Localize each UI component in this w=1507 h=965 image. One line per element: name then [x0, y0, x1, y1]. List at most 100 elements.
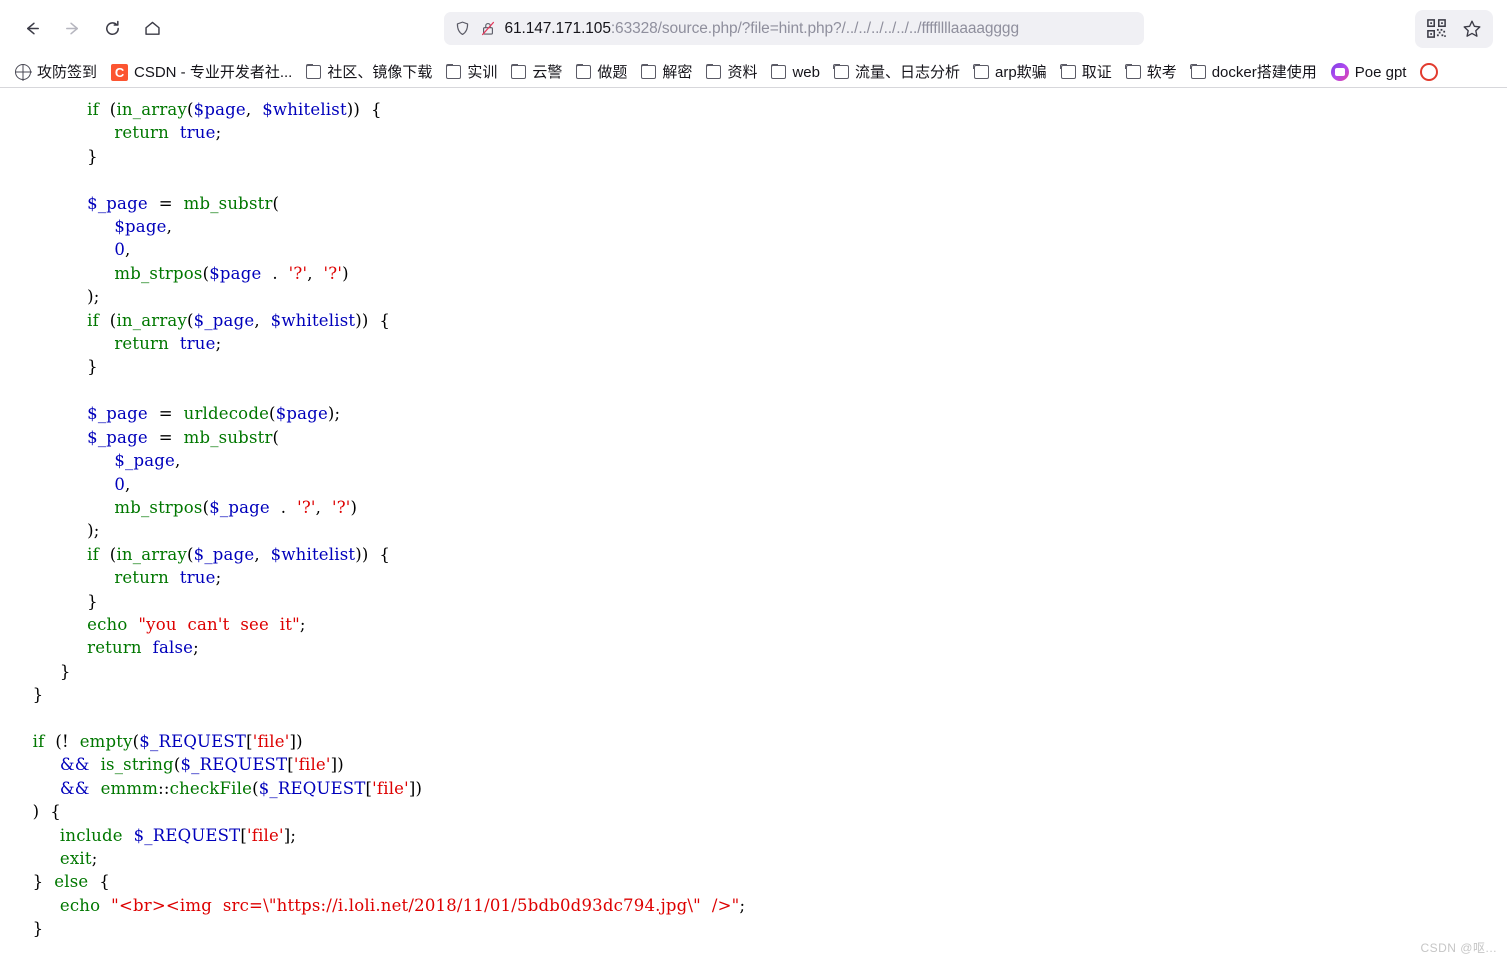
bookmark-item-9[interactable]: 流量、日志分析 — [827, 62, 967, 83]
bookmark-item-7[interactable]: 资料 — [699, 62, 764, 83]
lock-broken-icon[interactable] — [480, 20, 496, 37]
clipped-icon — [1420, 63, 1439, 81]
code-token: $whitelist — [262, 100, 347, 119]
code-token: )) { — [355, 310, 391, 330]
bookmark-label: 取证 — [1081, 63, 1112, 81]
code-line: mb_strpos($page . '?', '?') — [0, 264, 349, 283]
code-token: $whitelist — [270, 544, 356, 564]
folder-icon — [1125, 64, 1141, 79]
code-token: , — [175, 451, 181, 471]
bookmark-item-5[interactable]: 做题 — [569, 62, 634, 83]
code-token: , — [254, 310, 271, 330]
globe-icon — [15, 64, 31, 80]
bookmark-item-1[interactable]: C CSDN - 专业开发者社... — [104, 61, 299, 84]
code-token: } — [59, 661, 71, 681]
folder-icon — [1060, 64, 1076, 79]
code-line: $_page = mb_substr( — [0, 194, 279, 213]
code-token: ) { — [32, 802, 61, 822]
code-token: = — [147, 404, 184, 424]
forward-arrow-icon — [65, 22, 78, 35]
code-token: [ — [287, 755, 294, 775]
bookmark-item-2[interactable]: 社区、镜像下载 — [299, 62, 439, 83]
code-token: true — [179, 568, 216, 588]
code-token: = — [147, 427, 184, 447]
code-line: } else { — [0, 872, 110, 891]
bookmark-item-14[interactable]: Poe gpt — [1324, 60, 1414, 84]
forward-button[interactable] — [52, 9, 92, 49]
reload-button[interactable] — [92, 9, 132, 49]
bookmark-item-12[interactable]: 软考 — [1119, 62, 1184, 83]
code-line: include $_REQUEST['file']; — [0, 826, 296, 845]
folder-icon — [833, 64, 849, 79]
code-token: $_page — [193, 544, 255, 564]
address-bar[interactable]: 61.147.171.105:63328/source.php/?file=hi… — [443, 12, 1144, 45]
qr-code-icon[interactable] — [1419, 12, 1453, 46]
folder-icon — [770, 64, 787, 79]
code-token: 'file' — [372, 778, 409, 798]
browser-toolbar: 61.147.171.105:63328/source.php/?file=hi… — [0, 0, 1507, 57]
code-token: true — [179, 123, 216, 143]
folder-icon — [973, 64, 989, 79]
bookmark-item-8[interactable]: web — [764, 62, 827, 83]
code-line: return true; — [0, 123, 221, 142]
star-icon[interactable] — [1455, 12, 1489, 46]
bookmark-item-0[interactable]: 攻防签到 — [8, 61, 104, 83]
shield-icon[interactable] — [454, 20, 471, 37]
code-token: ( — [186, 310, 194, 330]
code-token: . — [261, 263, 289, 283]
code-line: echo "you can't see it"; — [0, 615, 306, 634]
browser-chrome: 61.147.171.105:63328/source.php/?file=hi… — [0, 0, 1507, 88]
code-token: } — [32, 872, 55, 892]
code-token: $_page — [193, 310, 255, 330]
bookmark-label: 流量、日志分析 — [854, 63, 960, 81]
bookmark-item-4[interactable]: 云警 — [504, 62, 569, 83]
code-token: if — [32, 731, 45, 751]
code-token: } — [87, 591, 98, 611]
code-line: echo "<br><img src=\"https://i.loli.net/… — [0, 896, 745, 915]
code-token: ( — [186, 100, 194, 119]
code-token: ( — [272, 193, 280, 213]
page-content: if (in_array($page, $whitelist)) { retur… — [0, 88, 1507, 964]
code-token: ( — [98, 310, 117, 330]
bookmark-label: 实训 — [467, 63, 498, 81]
code-token: $_page — [87, 404, 148, 424]
code-token: "<br><img src=\"https://i.loli.net/2018/… — [111, 895, 740, 915]
code-token: . — [269, 497, 298, 517]
code-token: ( — [98, 544, 117, 564]
bookmark-item-3[interactable]: 实训 — [439, 62, 504, 83]
code-token: , — [125, 474, 131, 494]
code-line: } — [0, 592, 98, 611]
code-token: mb_strpos — [114, 263, 203, 283]
bookmark-item-clipped[interactable] — [1413, 60, 1445, 84]
urlbar-container: 61.147.171.105:63328/source.php/?file=hi… — [172, 12, 1415, 45]
code-token: $page — [114, 217, 167, 237]
folder-icon — [640, 64, 657, 79]
code-token: if — [87, 310, 99, 330]
code-token: true — [179, 334, 216, 354]
bookmark-item-13[interactable]: docker搭建使用 — [1184, 62, 1324, 83]
code-token: } — [87, 357, 98, 377]
code-token: $page — [275, 404, 328, 424]
code-token: = — [147, 193, 184, 213]
home-button[interactable] — [132, 9, 172, 49]
code-line: exit; — [0, 849, 97, 868]
bookmark-item-6[interactable]: 解密 — [634, 62, 699, 83]
bookmark-item-10[interactable]: arp欺骗 — [967, 62, 1054, 83]
code-line: } — [0, 357, 98, 376]
url-text[interactable]: 61.147.171.105:63328/source.php/?file=hi… — [505, 20, 1019, 38]
code-token: $_page — [87, 427, 148, 447]
back-button[interactable] — [12, 9, 52, 49]
qr-code-glyph — [1426, 19, 1446, 38]
code-token: 'file' — [247, 825, 284, 845]
bookmark-item-11[interactable]: 取证 — [1054, 62, 1119, 83]
home-icon — [144, 21, 160, 35]
code-token: ( — [98, 100, 117, 119]
php-source-code: if (in_array($page, $whitelist)) { retur… — [0, 98, 745, 941]
code-token: '?' — [288, 263, 308, 283]
code-token: :: — [158, 778, 170, 798]
code-token: , — [166, 217, 173, 237]
